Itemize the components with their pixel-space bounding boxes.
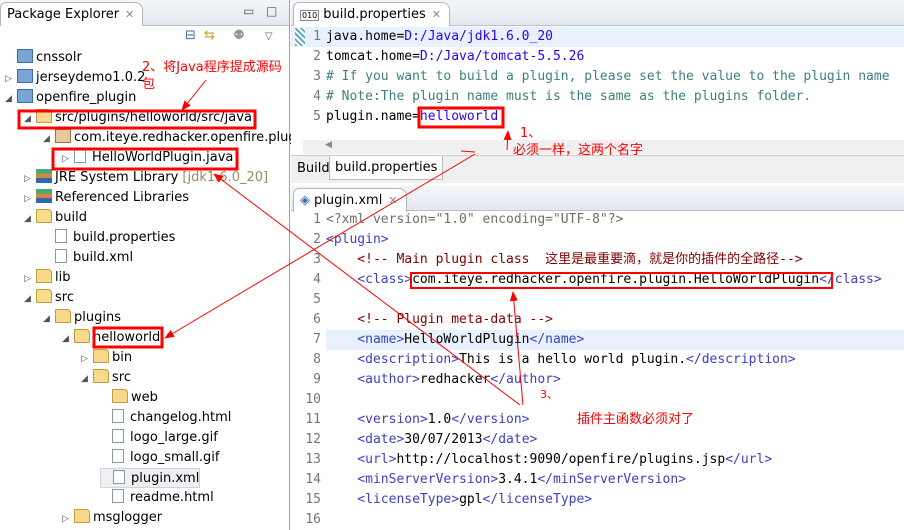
annotation-arrow-1 [503,130,512,151]
annotation-arrow-helloworld [164,153,476,339]
highlight-box-plugin-name [417,106,505,129]
highlight-box-source-folder [17,109,257,130]
annotation-3-number: 3、 [540,388,558,401]
annotation-2-text: 2、将Java程序提成源码 [142,60,282,75]
annotation-arrow-java-file [213,173,521,406]
annotation-2-text-cont: 包 [142,77,156,92]
highlight-box-class [410,272,833,289]
annotation-3-text: 插件主函数必须对了 [577,412,695,427]
annotation-arrow-class [509,291,524,406]
highlight-box-helloworld-folder [92,326,164,349]
annotation-arrow-2 [181,79,207,111]
annotation-1-text: 必须一样，这两个名字 [513,143,644,158]
annotation-line [460,150,476,153]
highlight-box-java-file [51,147,239,171]
annotation-overlay [17,79,833,406]
